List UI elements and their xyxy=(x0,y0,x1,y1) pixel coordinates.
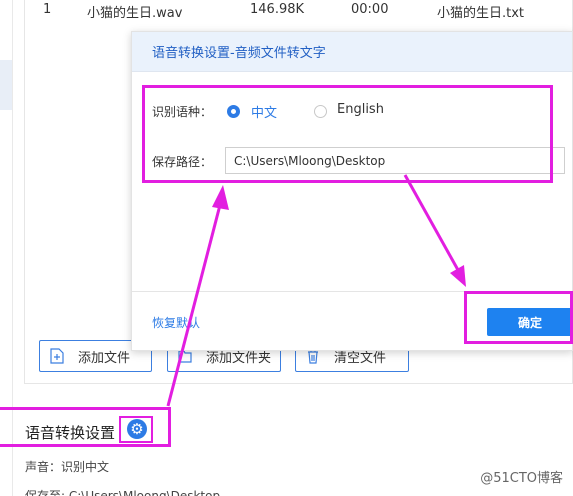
annotation-arrows xyxy=(166,174,466,407)
app-page: 1 小猫的生日.wav 146.98K 00:00 小猫的生日.txt 添加文件… xyxy=(0,0,573,496)
watermark: @51CTO博客 xyxy=(480,471,563,486)
